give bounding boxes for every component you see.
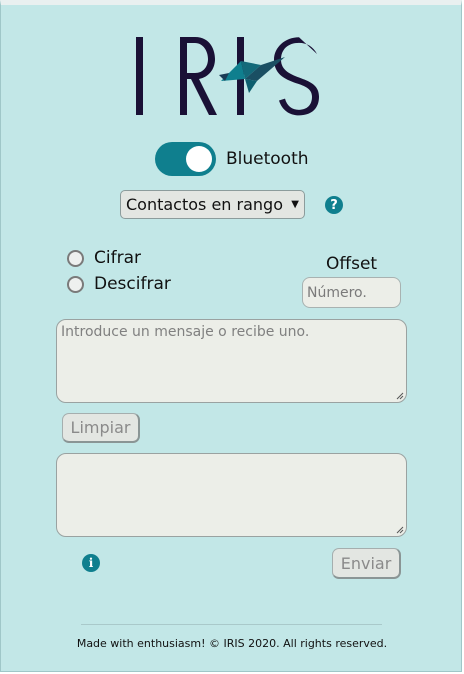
send-button[interactable]: Enviar bbox=[332, 548, 401, 579]
footer-text: Made with enthusiasm! © IRIS 2020. All r… bbox=[76, 637, 388, 650]
info-circle-icon[interactable]: i bbox=[82, 554, 100, 572]
offset-placeholder: Número. bbox=[307, 284, 367, 301]
iris-logo bbox=[136, 37, 319, 116]
resize-handle-icon[interactable] bbox=[396, 392, 404, 400]
message-placeholder: Introduce un mensaje o recibe uno. bbox=[61, 324, 310, 340]
message-textarea[interactable]: Introduce un mensaje o recibe uno. bbox=[56, 319, 407, 403]
bluetooth-label: Bluetooth bbox=[226, 149, 309, 169]
contacts-select[interactable]: Contactos en rango ▼ bbox=[120, 190, 305, 219]
offset-label: Offset bbox=[326, 254, 378, 274]
chevron-down-icon: ▼ bbox=[291, 199, 299, 210]
contacts-select-value: Contactos en rango bbox=[126, 195, 283, 214]
bluetooth-toggle-row: Bluetooth bbox=[155, 142, 309, 176]
radio-button[interactable] bbox=[67, 249, 84, 267]
radio-label-cifrar: Cifrar bbox=[94, 248, 141, 268]
toggle-knob bbox=[186, 146, 212, 172]
footer-divider bbox=[81, 624, 382, 625]
resize-handle-icon[interactable] bbox=[396, 526, 404, 534]
radio-label-descifrar: Descifrar bbox=[94, 274, 171, 294]
question-circle-icon[interactable]: ? bbox=[325, 196, 343, 214]
output-textarea[interactable] bbox=[56, 453, 407, 537]
radio-button[interactable] bbox=[67, 275, 84, 293]
radio-option-cifrar[interactable]: Cifrar bbox=[67, 248, 141, 268]
offset-input[interactable]: Número. bbox=[302, 277, 401, 308]
bluetooth-toggle[interactable] bbox=[155, 142, 216, 176]
app-container: Bluetooth Contactos en rango ▼ ? Cifrar … bbox=[0, 0, 462, 672]
clear-button[interactable]: Limpiar bbox=[62, 413, 140, 443]
radio-option-descifrar[interactable]: Descifrar bbox=[67, 274, 171, 294]
